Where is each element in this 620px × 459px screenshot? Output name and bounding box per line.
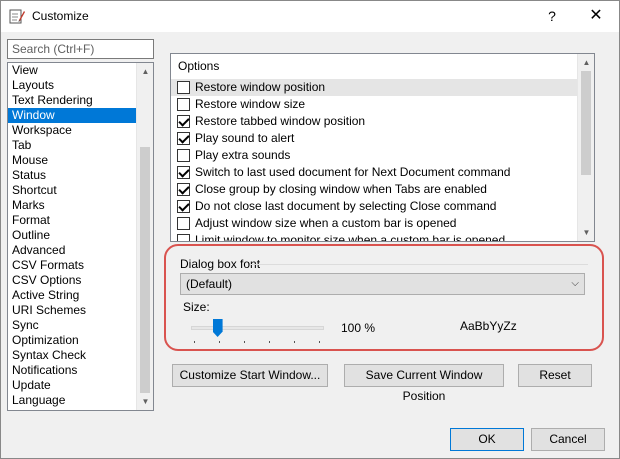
category-item[interactable]: Workspace: [8, 123, 137, 138]
category-item[interactable]: Active String: [8, 288, 137, 303]
option-row[interactable]: Do not close last document by selecting …: [171, 198, 578, 215]
category-item[interactable]: CSV Options: [8, 273, 137, 288]
option-checkbox[interactable]: [177, 149, 190, 162]
scrollbar-thumb[interactable]: [140, 147, 150, 393]
option-label: Do not close last document by selecting …: [195, 199, 497, 213]
category-item[interactable]: Window: [8, 108, 137, 123]
category-item[interactable]: Shortcut: [8, 183, 137, 198]
option-row[interactable]: Limit window to monitor size when a cust…: [171, 232, 578, 242]
option-row[interactable]: Play extra sounds: [171, 147, 578, 164]
scroll-up-arrow-icon[interactable]: ▲: [578, 54, 594, 71]
option-row[interactable]: Switch to last used document for Next Do…: [171, 164, 578, 181]
customize-start-window-button[interactable]: Customize Start Window...: [172, 364, 328, 387]
category-item[interactable]: Update: [8, 378, 137, 393]
option-label: Limit window to monitor size when a cust…: [195, 233, 506, 242]
category-item[interactable]: URI Schemes: [8, 303, 137, 318]
category-item[interactable]: Layouts: [8, 78, 137, 93]
option-row[interactable]: Restore window position: [171, 79, 578, 96]
option-checkbox[interactable]: [177, 183, 190, 196]
category-item[interactable]: Advanced: [8, 243, 137, 258]
category-item[interactable]: CSV Formats: [8, 258, 137, 273]
option-label: Play extra sounds: [195, 148, 291, 162]
category-item[interactable]: Tab: [8, 138, 137, 153]
category-item[interactable]: Optimization: [8, 333, 137, 348]
option-row[interactable]: Adjust window size when a custom bar is …: [171, 215, 578, 232]
option-checkbox[interactable]: [177, 166, 190, 179]
option-label: Restore window size: [195, 97, 306, 111]
category-item[interactable]: View: [8, 63, 137, 78]
option-label: Close group by closing window when Tabs …: [195, 182, 487, 196]
options-list-box: Options Restore window position Restore w…: [170, 53, 595, 242]
category-item[interactable]: Format: [8, 213, 137, 228]
option-checkbox[interactable]: [177, 81, 190, 94]
option-row[interactable]: Restore tabbed window position: [171, 113, 578, 130]
window-title: Customize: [32, 9, 89, 23]
category-item[interactable]: Notifications: [8, 363, 137, 378]
category-item[interactable]: Marks: [8, 198, 137, 213]
option-checkbox[interactable]: [177, 234, 190, 241]
scroll-down-arrow-icon[interactable]: ▼: [578, 224, 594, 241]
option-label: Switch to last used document for Next Do…: [195, 165, 511, 179]
option-checkbox[interactable]: [177, 98, 190, 111]
scroll-down-arrow-icon[interactable]: ▼: [137, 393, 153, 410]
save-window-position-button[interactable]: Save Current Window Position: [344, 364, 504, 403]
category-item[interactable]: Status: [8, 168, 137, 183]
scrollbar-thumb[interactable]: [581, 71, 591, 175]
option-checkbox[interactable]: [177, 115, 190, 128]
title-bar: Customize ? ✕: [1, 1, 619, 32]
category-item[interactable]: Text Rendering: [8, 93, 137, 108]
option-label: Restore window position: [195, 80, 326, 94]
category-item[interactable]: Mouse: [8, 153, 137, 168]
ok-button[interactable]: OK: [450, 428, 524, 451]
category-item[interactable]: Language: [8, 393, 137, 408]
close-button[interactable]: ✕: [581, 5, 611, 27]
option-row[interactable]: Close group by closing window when Tabs …: [171, 181, 578, 198]
option-label: Adjust window size when a custom bar is …: [195, 216, 457, 230]
option-checkbox[interactable]: [177, 200, 190, 213]
help-button[interactable]: ?: [541, 5, 563, 27]
option-row[interactable]: Restore window size: [171, 96, 578, 113]
category-item[interactable]: Syntax Check: [8, 348, 137, 363]
options-header: Options: [178, 59, 220, 73]
search-input[interactable]: [7, 39, 154, 59]
category-scrollbar[interactable]: ▲ ▼: [136, 63, 153, 410]
scroll-up-arrow-icon[interactable]: ▲: [137, 63, 153, 80]
option-checkbox[interactable]: [177, 217, 190, 230]
reset-button[interactable]: Reset: [518, 364, 592, 387]
cancel-button[interactable]: Cancel: [531, 428, 605, 451]
notepad-pencil-icon: [9, 9, 25, 24]
option-label: Play sound to alert: [195, 131, 295, 145]
option-checkbox[interactable]: [177, 132, 190, 145]
customize-dialog: Customize ? ✕ ViewLayoutsText RenderingW…: [0, 0, 620, 459]
category-item[interactable]: Sync: [8, 318, 137, 333]
category-item[interactable]: Outline: [8, 228, 137, 243]
option-label: Restore tabbed window position: [195, 114, 366, 128]
option-row[interactable]: Play sound to alert: [171, 130, 578, 147]
options-scrollbar[interactable]: ▲ ▼: [577, 54, 594, 241]
category-list[interactable]: View Layouts Text Rendering Window Workspace…: [7, 62, 154, 411]
annotation-highlight: [164, 244, 604, 351]
